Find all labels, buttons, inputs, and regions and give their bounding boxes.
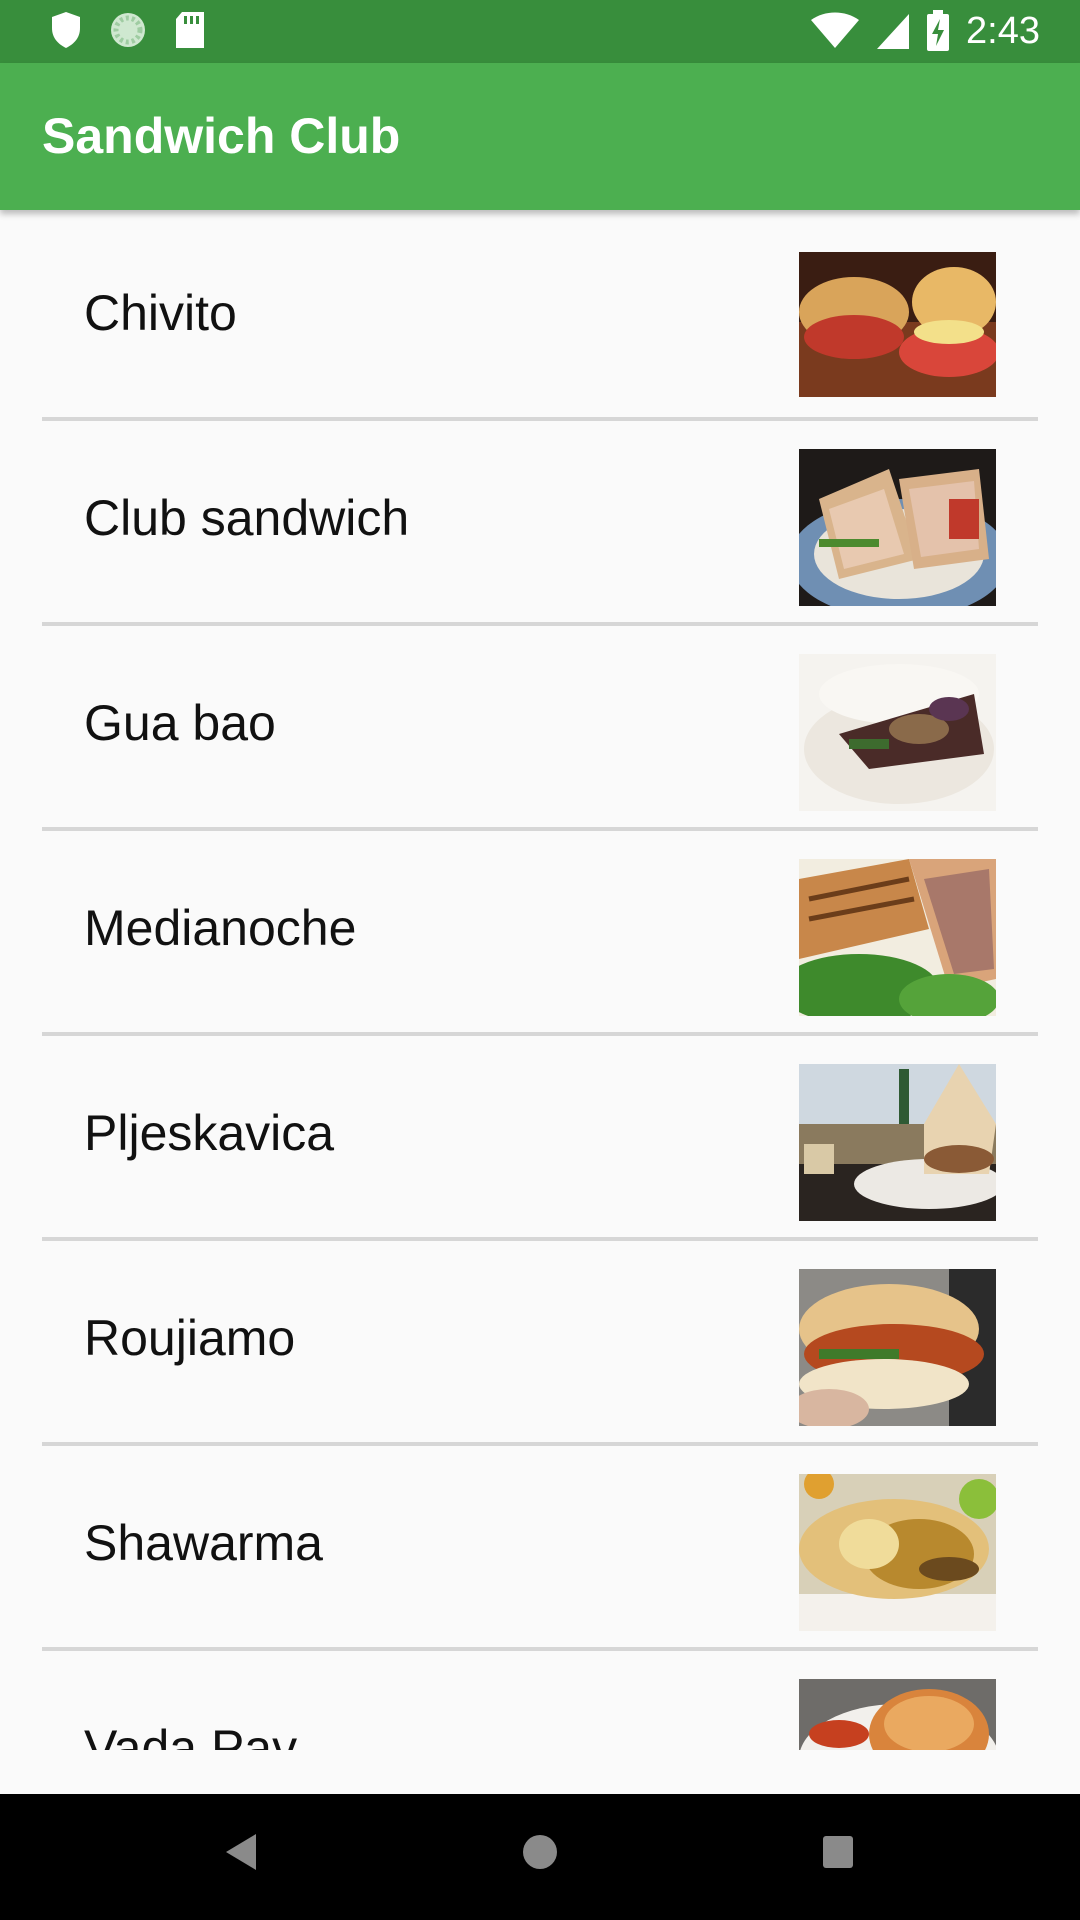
list-item[interactable]: Shawarma (0, 1440, 1080, 1645)
list-item[interactable]: Vada Pav (0, 1645, 1080, 1750)
sandwich-name: Vada Pav (84, 1719, 298, 1751)
list-item[interactable]: Club sandwich (0, 415, 1080, 620)
list-item[interactable]: Chivito (0, 210, 1080, 415)
list-item[interactable]: Pljeskavica (0, 1030, 1080, 1235)
sd-card-icon (174, 11, 206, 49)
sandwich-name: Pljeskavica (84, 1104, 335, 1161)
sandwich-list[interactable]: Chivito Club sandwich Gua bao Medianoche… (0, 210, 1080, 1750)
sandwich-name: Gua bao (84, 694, 276, 751)
list-item[interactable]: Medianoche (0, 825, 1080, 1030)
navigation-bar (0, 1794, 1080, 1920)
status-time: 2:43 (966, 10, 1040, 52)
sandwich-image (799, 1679, 996, 1750)
shield-icon (50, 11, 82, 49)
sandwich-name: Shawarma (84, 1514, 323, 1571)
sandwich-image (799, 1474, 996, 1631)
list-item[interactable]: Roujiamo (0, 1235, 1080, 1440)
sandwich-image (799, 654, 996, 811)
sandwich-image (799, 252, 996, 409)
sandwich-image (799, 1269, 996, 1426)
signal-icon (876, 12, 910, 50)
battery-charging-icon (926, 10, 950, 52)
sandwich-image (799, 859, 996, 1016)
list-item[interactable]: Gua bao (0, 620, 1080, 825)
back-icon[interactable] (224, 1832, 260, 1877)
app-bar: Sandwich Club (0, 63, 1080, 210)
status-bar: 2:43 (0, 0, 1080, 63)
wifi-icon (810, 12, 860, 50)
sandwich-name: Chivito (84, 284, 237, 341)
sandwich-image (799, 449, 996, 606)
sandwich-name: Club sandwich (84, 489, 410, 546)
sandwich-name: Medianoche (84, 899, 357, 956)
sandwich-name: Roujiamo (84, 1309, 296, 1366)
app-title: Sandwich Club (42, 108, 401, 164)
sync-icon (108, 10, 148, 50)
sandwich-image (799, 1064, 996, 1221)
home-icon[interactable] (521, 1832, 559, 1877)
recents-icon[interactable] (821, 1832, 855, 1877)
